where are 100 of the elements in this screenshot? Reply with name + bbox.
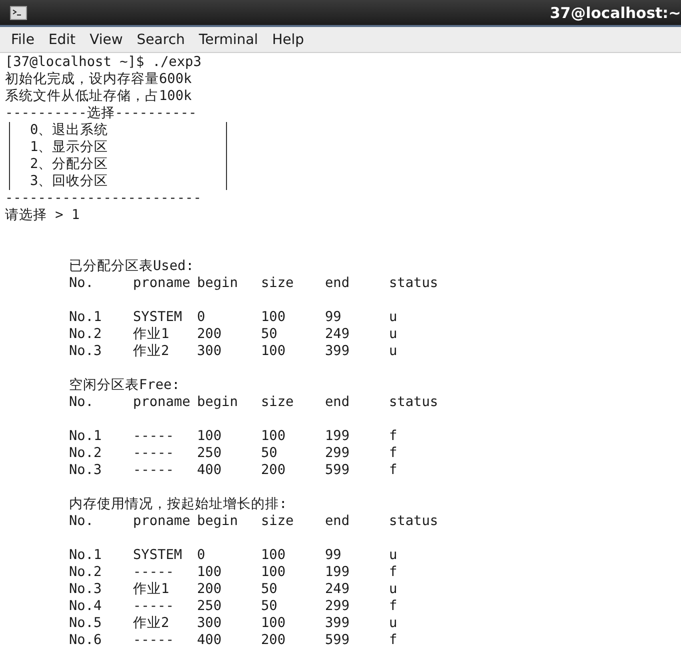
table-cell-text: -----	[133, 632, 175, 649]
table-cell-text: u	[389, 326, 398, 343]
column-header: end	[325, 275, 351, 292]
menu-item[interactable]: File	[4, 32, 42, 48]
table-cell-text: 50	[261, 445, 278, 462]
table-title: 内存使用情况，按起始址增长的排:	[69, 496, 288, 513]
table-cell-text: u	[389, 547, 398, 564]
table-cell-text: f	[389, 445, 398, 462]
menu-item[interactable]: View	[82, 32, 130, 48]
column-header: size	[261, 394, 295, 411]
table-cell-text: 400	[197, 632, 223, 649]
table-cell-text: No.1	[69, 309, 103, 326]
menu-item[interactable]: Help	[265, 32, 311, 48]
column-header: status	[389, 275, 440, 292]
table-cell-text: 100	[261, 615, 287, 632]
table-cell-text: 50	[261, 598, 278, 615]
table-cell-text: 200	[197, 326, 223, 343]
table-cell-text: SYSTEM	[133, 547, 184, 564]
column-header: end	[325, 394, 351, 411]
terminal-line: 系统文件从低址存储，占100k	[5, 88, 192, 105]
table-cell-text: 100	[261, 343, 287, 360]
table-cell-text: 249	[325, 581, 351, 598]
table-cell-text: 100	[197, 564, 223, 581]
table-cell-text: 50	[261, 326, 278, 343]
table-cell-text: u	[389, 309, 398, 326]
table-cell-text: 199	[325, 428, 351, 445]
table-cell-text: 作业2	[133, 343, 170, 360]
table-cell-text: 0	[197, 309, 206, 326]
table-cell-text: -----	[133, 445, 175, 462]
terminal-line: ------------------------	[5, 190, 202, 207]
menu-item[interactable]: Terminal	[192, 32, 266, 48]
table-cell-text: 100	[261, 564, 287, 581]
table-cell-text: 300	[197, 343, 223, 360]
menu-item[interactable]: Edit	[41, 32, 83, 48]
table-cell-text: 249	[325, 326, 351, 343]
table-cell-text: No.2	[69, 564, 103, 581]
table-cell-text: No.6	[69, 632, 103, 649]
table-cell-text: 300	[197, 615, 223, 632]
table-cell-text: f	[389, 598, 398, 615]
table-title: 空闲分区表Free:	[69, 377, 180, 394]
table-cell-text: -----	[133, 428, 175, 445]
table-cell-text: f	[389, 462, 398, 479]
column-header: begin	[197, 513, 239, 530]
prompt-line: 请选择 > 1	[5, 207, 80, 224]
column-header: status	[389, 513, 440, 530]
column-header: status	[389, 394, 440, 411]
table-cell-text: No.2	[69, 326, 103, 343]
table-cell-text: 399	[325, 615, 351, 632]
table-cell-text: 250	[197, 445, 223, 462]
table-cell-text: f	[389, 428, 398, 445]
table-cell-text: f	[389, 564, 398, 581]
terminal-line: ----------选择----------	[5, 105, 197, 122]
column-header: end	[325, 513, 351, 530]
table-cell-text: 599	[325, 462, 351, 479]
table-title: 已分配分区表Used:	[69, 258, 194, 275]
table-cell-text: 作业1	[133, 326, 170, 343]
table-cell-text: 100	[261, 547, 287, 564]
table-cell-text: u	[389, 615, 398, 632]
table-cell-text: No.3	[69, 462, 103, 479]
table-cell-text: 100	[197, 428, 223, 445]
table-cell-text: No.2	[69, 445, 103, 462]
table-cell-text: 250	[197, 598, 223, 615]
table-cell-text: 199	[325, 564, 351, 581]
table-cell-text: No.1	[69, 428, 103, 445]
column-header: proname	[133, 513, 192, 530]
table-cell-text: 400	[197, 462, 223, 479]
table-cell-text: u	[389, 343, 398, 360]
table-cell-text: 99	[325, 309, 342, 326]
table-cell-text: -----	[133, 462, 175, 479]
table-cell-text: 599	[325, 632, 351, 649]
column-header: No.	[69, 275, 95, 292]
table-cell-text: SYSTEM	[133, 309, 184, 326]
table-cell-text: No.3	[69, 581, 103, 598]
terminal-line: 初始化完成，设内存容量600k	[5, 71, 192, 88]
menu-option: 0、退出系统	[30, 122, 108, 139]
table-cell-text: 100	[261, 428, 287, 445]
column-header: No.	[69, 394, 95, 411]
table-cell-text: 0	[197, 547, 206, 564]
table-cell-text: 100	[261, 309, 287, 326]
column-header: begin	[197, 394, 239, 411]
menu-item[interactable]: Search	[130, 32, 192, 48]
column-header: begin	[197, 275, 239, 292]
table-cell-text: 作业1	[133, 581, 170, 598]
table-cell-text: -----	[133, 598, 175, 615]
table-cell-text: 200	[261, 632, 287, 649]
table-cell-text: 399	[325, 343, 351, 360]
column-header: No.	[69, 513, 95, 530]
table-cell-text: 99	[325, 547, 342, 564]
table-cell-text: No.3	[69, 343, 103, 360]
table-cell-text: No.1	[69, 547, 103, 564]
window-title: 37@localhost:~	[550, 4, 681, 22]
table-cell-text: f	[389, 632, 398, 649]
table-cell-text: 200	[261, 462, 287, 479]
table-cell-text: 299	[325, 598, 351, 615]
column-header: size	[261, 275, 295, 292]
column-header: proname	[133, 394, 192, 411]
table-cell-text: 50	[261, 581, 278, 598]
table-cell-text: 作业2	[133, 615, 170, 632]
table-cell-text: -----	[133, 564, 175, 581]
menu-option: 1、显示分区	[30, 139, 108, 156]
